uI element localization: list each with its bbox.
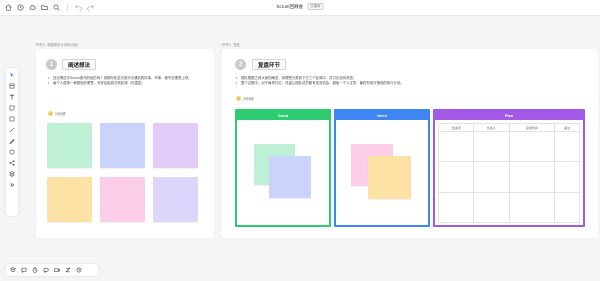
frame1-step-number: 1 <box>46 59 57 70</box>
table-row[interactable] <box>437 191 580 224</box>
need-column[interactable]: Need <box>334 109 430 227</box>
timer-icon[interactable] <box>32 267 38 273</box>
select-icon[interactable] <box>9 71 16 78</box>
connector-icon[interactable] <box>9 159 16 166</box>
share-icon[interactable] <box>76 267 82 273</box>
plan-column-header: Plan <box>435 111 583 120</box>
save-status-badge: 已保存 <box>307 3 324 10</box>
frame1-describe-ideas[interactable]: 1 阐述想法 还记得这次Scrum迭代的经历吗？请把你在这次迭代中遇到的好事、坏… <box>36 49 214 238</box>
sticky-note-blue[interactable] <box>100 123 145 168</box>
toolbar-divider <box>67 4 68 11</box>
sticky-note-green[interactable] <box>47 123 92 168</box>
document-title[interactable]: Scrum回顾会 <box>276 4 303 10</box>
frame2-retrospective[interactable]: 2 复盘环节 团队根据之前大家的阐述，将便签分类到下方三个区域中，并讨论如何改进… <box>222 49 598 238</box>
top-bar: Scrum回顾会 已保存 <box>0 0 600 16</box>
table-row[interactable] <box>437 130 580 163</box>
template-icon[interactable] <box>9 170 16 177</box>
frame2-caption: 环节2：复盘 <box>222 43 240 47</box>
sticky-note-icon[interactable] <box>9 104 16 111</box>
table-row[interactable] <box>437 161 580 193</box>
top-bar-icons <box>0 4 94 11</box>
folder-icon[interactable] <box>41 4 48 11</box>
frame2-timer[interactable]: ⏱ 20分钟 <box>236 96 254 101</box>
sticky-note-lavender[interactable] <box>153 177 198 222</box>
plan-table[interactable]: 改进项 负责人 完成时间 备注 <box>437 123 580 224</box>
sticky-note-purple[interactable] <box>153 123 198 168</box>
sticky-note-yellow[interactable] <box>368 156 411 199</box>
sticky-note-pink[interactable] <box>100 177 145 222</box>
comment-icon[interactable] <box>21 267 27 273</box>
circle-icon[interactable] <box>9 148 16 155</box>
undo-icon[interactable] <box>75 4 82 11</box>
frame1-title[interactable]: 阐述想法 <box>62 59 97 70</box>
good-column-header: Good <box>237 111 329 120</box>
more-icon[interactable] <box>9 181 16 188</box>
timer-icon: ⏱ <box>48 111 53 116</box>
frame2-title[interactable]: 复盘环节 <box>252 59 287 70</box>
video-icon[interactable] <box>54 267 60 273</box>
text-icon[interactable] <box>9 93 16 100</box>
zoom-icon[interactable] <box>65 267 71 273</box>
plan-table-header: 改进项 <box>437 123 475 132</box>
need-column-header: Need <box>336 111 428 120</box>
frame2-step-number: 2 <box>235 59 246 70</box>
frame1-timer[interactable]: ⏱ 10分钟 <box>48 111 66 116</box>
search-icon[interactable] <box>53 4 60 11</box>
bottom-toolbar <box>6 264 98 276</box>
home-icon[interactable] <box>5 4 12 11</box>
document-title-group: Scrum回顾会 已保存 <box>276 3 324 10</box>
frame2-instructions: 团队根据之前大家的阐述，将便签分类到下方三个区域中，并讨论如何改进。 整个过程中… <box>236 76 556 86</box>
pen-icon[interactable] <box>9 137 16 144</box>
timer-icon: ⏱ <box>236 96 241 101</box>
frame1-instructions: 还记得这次Scrum迭代的经历吗？请把你在这次迭代中遇到的好事、坏事，都写在便签… <box>48 76 198 86</box>
frame2-bullet: 整个过程中，对于每项讨论，尽量让团队成员都有发言机会，避免一个人主导，最终形成可… <box>236 81 556 86</box>
layers-icon[interactable] <box>10 267 16 273</box>
sticky-note-blue[interactable] <box>269 156 311 198</box>
cloud-icon[interactable] <box>29 4 36 11</box>
frame1-caption: 环节1：阐述想法 (计时8分钟) <box>36 43 78 47</box>
redo-icon[interactable] <box>87 4 94 11</box>
frame-icon[interactable] <box>9 82 16 89</box>
shape-icon[interactable] <box>9 115 16 122</box>
plan-table-header: 负责人 <box>473 123 510 132</box>
sticky-note-yellow[interactable] <box>47 177 92 222</box>
plan-table-header: 完成时间 <box>508 123 556 132</box>
plan-column[interactable]: Plan 改进项 负责人 完成时间 备注 <box>433 109 585 227</box>
left-toolbar <box>6 68 18 216</box>
good-column[interactable]: Good <box>235 109 331 227</box>
chat-icon[interactable] <box>43 267 49 273</box>
frame1-bullet: 每个人选择一种颜色的便签，写好后贴到左侧区域（可重复） <box>48 81 198 86</box>
frame2-timer-label: 20分钟 <box>243 97 254 101</box>
history-icon[interactable] <box>17 4 24 11</box>
plan-table-header: 备注 <box>554 123 580 132</box>
frame1-timer-label: 10分钟 <box>55 112 66 116</box>
line-icon[interactable] <box>9 126 16 133</box>
